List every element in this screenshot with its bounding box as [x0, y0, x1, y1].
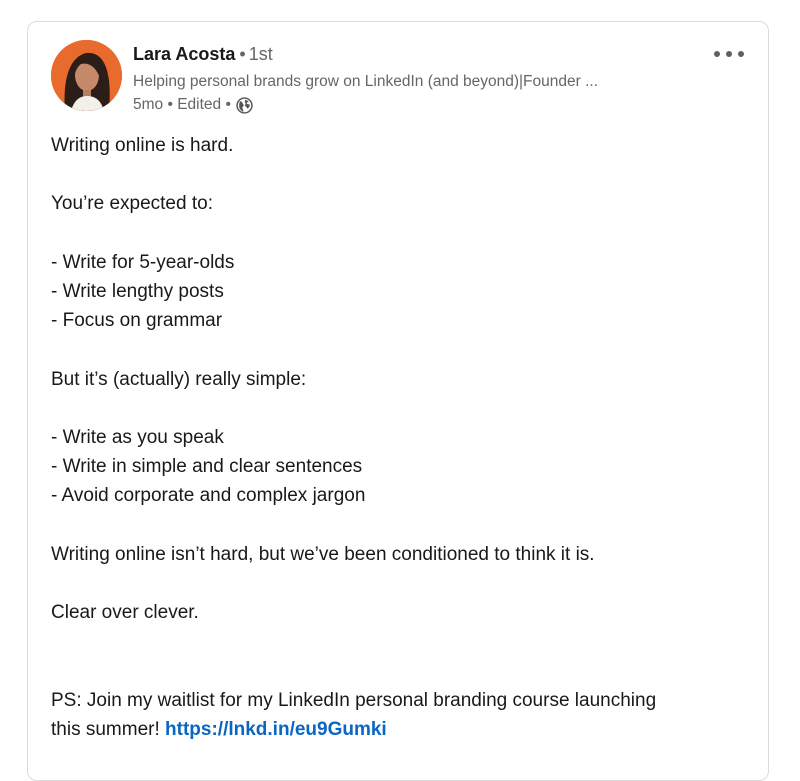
post-line: - Focus on grammar	[51, 310, 223, 332]
post-line-last: this summer! https://lnkd.in/eu9Gumki	[51, 715, 751, 744]
post-card: Lara Acosta • 1st Helping personal brands …	[27, 21, 769, 781]
post-line	[51, 569, 751, 598]
post-line	[51, 160, 751, 189]
post-line: - Write as you speak	[51, 426, 224, 448]
post-line: - Write for 5-year-olds	[51, 251, 235, 273]
author-line: Lara Acosta • 1st	[133, 44, 273, 65]
post-line: PS: Join my waitlist for my LinkedIn per…	[51, 689, 657, 711]
post-line	[51, 219, 751, 248]
post-line: Writing online isn’t hard, but we’ve bee…	[51, 543, 595, 565]
post-link[interactable]: https://lnkd.in/eu9Gumki	[165, 719, 387, 740]
globe-icon	[236, 96, 253, 114]
post-line: But it’s (actually) really simple:	[51, 368, 307, 390]
post-line	[51, 627, 751, 656]
ellipsis-icon	[714, 51, 744, 57]
post-line	[51, 394, 751, 423]
author-name[interactable]: Lara Acosta	[133, 44, 235, 64]
post-line: - Write in simple and clear sentences	[51, 456, 363, 478]
avatar[interactable]	[51, 40, 122, 111]
post-meta: 5mo • Edited •	[133, 96, 253, 114]
post-body: Writing online is hard. You’re expected …	[51, 131, 751, 744]
more-options-button[interactable]	[711, 44, 747, 64]
post-line-text: this summer!	[51, 718, 160, 740]
author-headline: Helping personal brands grow on LinkedIn…	[133, 73, 599, 90]
post-line	[51, 510, 751, 539]
connection-degree: 1st	[248, 44, 273, 64]
post-meta-text: 5mo • Edited •	[133, 96, 231, 113]
post-line: - Avoid corporate and complex jargon	[51, 485, 366, 507]
post-line: Writing online is hard.	[51, 135, 234, 156]
post-line: You’re expected to:	[51, 193, 213, 215]
separator-dot: •	[239, 44, 246, 64]
post-line	[51, 656, 751, 685]
post-line	[51, 335, 751, 364]
post-line: - Write lengthy posts	[51, 280, 224, 302]
post-line: Clear over clever.	[51, 602, 199, 623]
